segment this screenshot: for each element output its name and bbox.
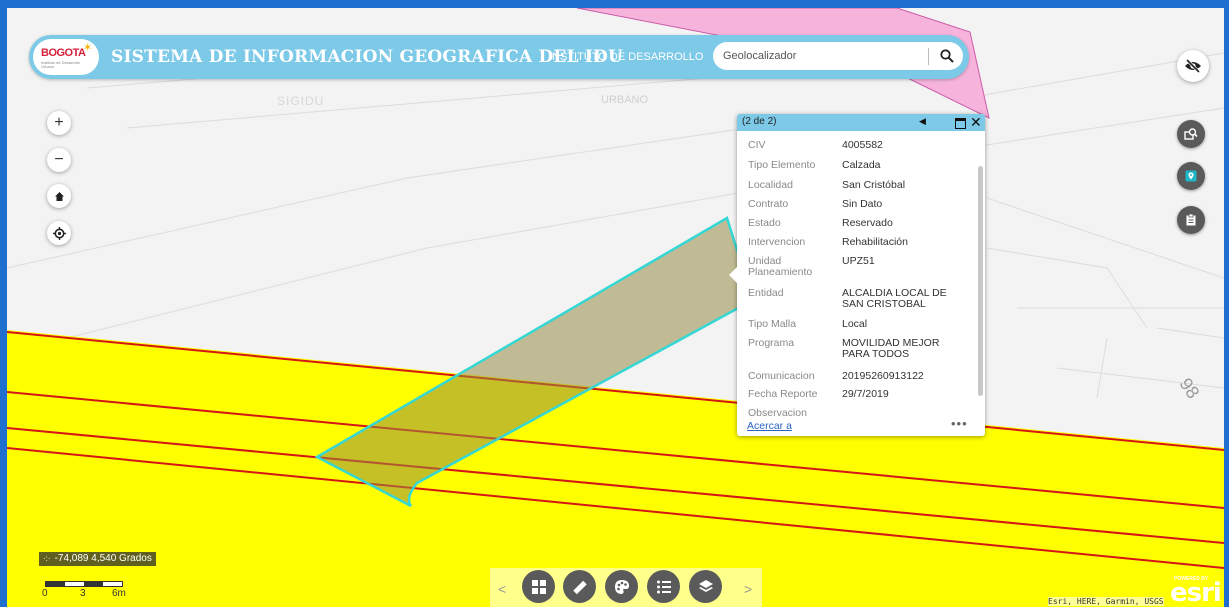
scale-label: 0 [42,588,48,599]
legend-button[interactable] [647,570,680,603]
popup-field-label: Entidad [748,287,784,299]
popup-field-label: Programa [748,337,795,349]
popup-field-value: Reservado [842,217,893,229]
popup-field-value: 4005582 [842,139,883,151]
popup-field-value: Sin Dato [842,198,883,210]
popup-field-value: Local [842,318,868,330]
geolocate-button[interactable] [1177,162,1205,190]
popup-field-value: 29/7/2019 [842,388,889,400]
identify-icon [1184,128,1198,140]
legend-list-icon [656,580,671,593]
layers-icon [698,579,713,592]
map-attribution: Esri, HERE, Garmin, USGS [1048,597,1164,606]
popup-field-value: Calzada [842,159,881,171]
popup-more-actions-icon[interactable]: ••• [951,416,968,431]
crosshair-icon: ·:· [43,554,51,563]
popup-field-value: UPZ51 [842,255,875,267]
zoom-out-button[interactable]: − [47,148,71,172]
popup-close-icon[interactable]: ✕ [970,114,982,130]
popup-field-value: ALCALDIA LOCAL DE SAN CRISTOBAL [842,287,947,310]
app-title: SISTEMA DE INFORMACION GEOGRAFICA DEL ID… [111,47,623,67]
layer-list-button[interactable] [689,570,722,603]
popup-field-label: CIV [748,139,766,151]
locate-icon [52,226,66,240]
feature-popup: (2 de 2) ◀ ✕ CIV 4005582 Tipo Elemento C… [729,114,985,436]
geolocator-search [713,42,963,70]
clipboard-icon [1186,213,1196,226]
identify-button[interactable] [1177,120,1205,148]
logo-subtext: Instituto de Desarrollo Urbano [41,60,80,69]
popup-field-value: MOVILIDAD MEJOR PARA TODOS [842,337,940,360]
logo-star-icon: ✶ [83,42,93,54]
scale-bar [45,581,123,587]
popup-field-label: Tipo Elemento [748,159,816,171]
zoom-to-link[interactable]: Acercar a [747,420,792,432]
esri-wordmark: esri [1170,578,1222,607]
popup-feature-count: (2 de 2) [742,116,777,127]
popup-field-label: Contrato [748,198,789,210]
search-icon [940,49,954,63]
street-number: 98 [1176,374,1204,402]
popup-field-label: Observacion [748,407,807,419]
popup-field-label: Tipo Malla [748,318,797,330]
coordinate-readout[interactable]: ·:· -74,089 4,540 Grados [39,552,156,566]
popup-field-value: Rehabilitación [842,236,908,248]
plus-icon: + [54,114,64,131]
measure-button[interactable] [563,570,596,603]
header-bar: BOGOTA ✶ Instituto de Desarrollo Urbano … [29,35,969,79]
coordinate-value: -74,089 4,540 Grados [54,553,152,564]
map-label: SIGIDU [277,94,325,108]
popup-field-label: Localidad [748,179,793,191]
zoom-in-button[interactable]: + [47,111,71,135]
home-icon [54,191,64,201]
popup-field-value: San Cristóbal [842,179,906,191]
search-button[interactable] [935,45,959,67]
app-frame: 98 SIGIDU URBANO BOGOTA ✶ Instituto de D… [0,0,1229,607]
search-input[interactable] [721,46,925,66]
locate-button[interactable] [47,221,71,245]
popup-field-label: Comunicacion [748,370,815,382]
popup-previous-feature-icon[interactable]: ◀ [919,116,926,127]
toolbar-next-icon[interactable]: > [744,581,752,597]
app-subtitle: INSTITUTO DE DESARROLLO [549,51,704,63]
scale-label: 6m [112,588,126,599]
ruler-icon [572,580,587,594]
minus-icon: − [54,151,64,168]
grid-icon [531,579,546,594]
popup-header: (2 de 2) ◀ ✕ [737,114,985,131]
popup-field-label: Estado [748,217,781,229]
popup-field-value: 20195260913122 [842,370,924,382]
scale-label: 3 [80,588,86,599]
bogota-logo[interactable]: BOGOTA ✶ Instituto de Desarrollo Urbano [33,39,99,75]
search-divider [928,48,929,65]
popup-content[interactable]: CIV 4005582 Tipo Elemento Calzada Locali… [737,136,977,420]
popup-field-label: Intervencion [748,236,806,248]
toolbar-prev-icon[interactable]: < [498,581,506,597]
popup-scrollbar[interactable] [978,166,983,396]
hide-panels-button[interactable] [1177,50,1209,82]
bottom-toolbar: < > [490,568,762,607]
map-label: URBANO [601,94,649,106]
popup-field-label: Fecha Reporte [748,388,818,400]
popup-maximize-icon[interactable] [955,118,966,129]
popup-field-label: Unidad Planeamiento [748,255,813,278]
logo-text: BOGOTA [41,47,86,59]
widget-grid-button[interactable] [522,570,555,603]
basemap-gallery-button[interactable] [605,570,638,603]
palette-icon [614,579,629,594]
print-button[interactable] [1177,206,1205,234]
eye-slash-icon [1185,59,1201,73]
map-pin-icon [1185,170,1197,182]
home-button[interactable] [47,184,71,208]
